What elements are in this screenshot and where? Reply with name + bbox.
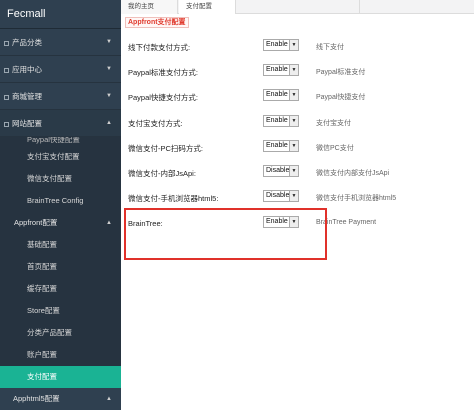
field-description: 支付宝支付 — [316, 120, 351, 127]
config-row-wechat-pc: 微信支付-PC扫码方式: Enable ▼ 微信PC支付 — [121, 137, 474, 162]
field-label: 微信支付-手机浏览器html5: — [128, 194, 219, 203]
config-row-offline: 线下付款支付方式: Enable ▼ 线下支付 — [121, 36, 474, 61]
field-description: Paypal标准支付 — [316, 69, 366, 76]
field-description: 微信PC支付 — [316, 145, 354, 152]
sidebar-item-basic-config[interactable]: 基础配置 — [0, 234, 121, 256]
field-label: 微信支付-内部JsApi: — [128, 169, 196, 178]
group-label: Appfront配置 — [14, 218, 58, 227]
menu-icon — [4, 121, 9, 127]
field-description: 微信支付手机浏览器html5 — [316, 195, 397, 202]
nav-item-site-config[interactable]: 网站配置 ▲ — [0, 110, 121, 137]
wechat-pc-select[interactable]: Enable ▼ — [263, 140, 299, 152]
caret-down-icon: ▼ — [106, 39, 112, 45]
nav-item-mall-management[interactable]: 商城管理 ▼ — [0, 83, 121, 110]
sidebar-item-alipay-config[interactable]: 支付宝支付配置 — [0, 146, 121, 168]
select-value: Enable — [266, 66, 288, 73]
brand-logo: Fecmall — [0, 0, 121, 29]
tab-home[interactable]: 我的主页 — [121, 0, 178, 14]
field-description: 微信支付内部支付JsApi — [316, 170, 390, 177]
select-value: Enable — [266, 142, 288, 149]
nav-item-app-center[interactable]: 应用中心 ▼ — [0, 56, 121, 83]
caret-up-icon: ▲ — [106, 120, 112, 126]
nav-label: 产品分类 — [12, 38, 42, 47]
main-content: Appfront支付配置 线下付款支付方式: Enable ▼ 线下支付 Pay… — [121, 15, 474, 410]
menu-icon — [4, 40, 9, 46]
config-row-alipay: 支付宝支付方式: Enable ▼ 支付宝支付 — [121, 112, 474, 137]
wechat-h5-select[interactable]: Disable ▼ — [263, 190, 299, 202]
caret-up-icon: ▲ — [106, 396, 112, 402]
select-value: Disable — [266, 167, 290, 174]
chevron-down-icon: ▼ — [289, 90, 298, 100]
chevron-down-icon: ▼ — [289, 141, 298, 151]
field-label: Paypal标准支付方式: — [128, 68, 199, 77]
field-label: 线下付款支付方式: — [128, 43, 191, 52]
nav-label: 商城管理 — [12, 92, 42, 101]
field-description: 线下支付 — [316, 44, 344, 51]
group-label: Apphtml5配置 — [13, 394, 60, 403]
select-value: Enable — [266, 41, 288, 48]
field-description: Paypal快捷支付 — [316, 94, 366, 101]
alipay-select[interactable]: Enable ▼ — [263, 115, 299, 127]
caret-down-icon: ▼ — [106, 93, 112, 99]
chevron-down-icon: ▼ — [289, 191, 298, 201]
menu-icon — [4, 67, 9, 73]
tab-payment-config[interactable]: 支付配置 — [179, 0, 236, 14]
paypal-standard-select[interactable]: Enable ▼ — [263, 64, 299, 76]
sidebar-group-apphtml5[interactable]: Apphtml5配置 ▲ — [0, 388, 121, 410]
sidebar-item-category-product-config[interactable]: 分类产品配置 — [0, 322, 121, 344]
caret-up-icon: ▲ — [106, 220, 112, 226]
sidebar-item-paypal-express[interactable]: Paypal快捷配置 — [0, 137, 121, 146]
sidebar-item-store-config[interactable]: Store配置 — [0, 300, 121, 322]
chevron-down-icon: ▼ — [289, 116, 298, 126]
sidebar-item-wechat-config[interactable]: 微信支付配置 — [0, 168, 121, 190]
config-row-wechat-jsapi: 微信支付-内部JsApi: Disable ▼ 微信支付内部支付JsApi — [121, 162, 474, 187]
site-config-submenu: Paypal快捷配置 支付宝支付配置 微信支付配置 BrainTree Conf… — [0, 137, 121, 388]
caret-down-icon: ▼ — [106, 66, 112, 72]
config-row-paypal-standard: Paypal标准支付方式: Enable ▼ Paypal标准支付 — [121, 61, 474, 86]
section-title: Appfront支付配置 — [125, 17, 189, 28]
sidebar-group-appfront[interactable]: Appfront配置 ▲ — [0, 212, 121, 234]
highlight-box — [124, 208, 327, 260]
offline-payment-select[interactable]: Enable ▼ — [263, 39, 299, 51]
tab-bar: 我的主页 支付配置 — [121, 0, 474, 14]
sidebar: Fecmall 产品分类 ▼ 应用中心 ▼ 商城管理 ▼ 网站配置 ▲ Payp… — [0, 0, 121, 410]
select-value: Enable — [266, 91, 288, 98]
sidebar-item-home-config[interactable]: 首页配置 — [0, 256, 121, 278]
paypal-express-select[interactable]: Enable ▼ — [263, 89, 299, 101]
chevron-down-icon: ▼ — [289, 40, 298, 50]
field-label: Paypal快捷支付方式: — [128, 93, 199, 102]
select-value: Disable — [266, 192, 290, 199]
field-label: 微信支付-PC扫码方式: — [128, 144, 203, 153]
wechat-jsapi-select[interactable]: Disable ▼ — [263, 165, 299, 177]
sidebar-item-account-config[interactable]: 账户配置 — [0, 344, 121, 366]
select-value: Enable — [266, 117, 288, 124]
sidebar-item-cache-config[interactable]: 缓存配置 — [0, 278, 121, 300]
nav-label: 应用中心 — [12, 65, 42, 74]
sidebar-item-braintree-config[interactable]: BrainTree Config — [0, 190, 121, 212]
chevron-down-icon: ▼ — [289, 65, 298, 75]
nav-label: 网站配置 — [12, 119, 42, 128]
field-label: 支付宝支付方式: — [128, 119, 183, 128]
chevron-down-icon: ▼ — [289, 166, 298, 176]
menu-icon — [4, 94, 9, 100]
tab-bar-divider — [359, 0, 369, 14]
sidebar-item-payment-config[interactable]: 支付配置 — [0, 366, 121, 388]
nav-item-product-category[interactable]: 产品分类 ▼ — [0, 29, 121, 56]
config-row-paypal-express: Paypal快捷支付方式: Enable ▼ Paypal快捷支付 — [121, 86, 474, 111]
